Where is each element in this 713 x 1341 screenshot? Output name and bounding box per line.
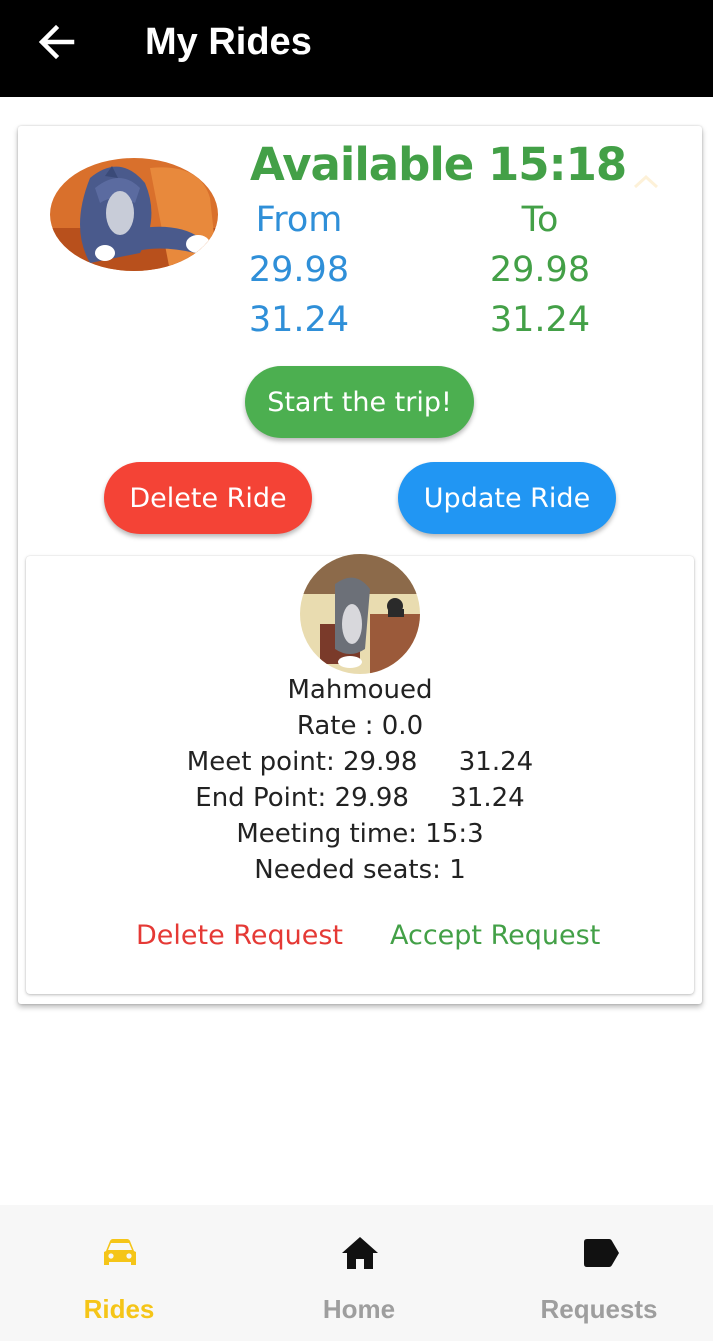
update-ride-button[interactable]: Update Ride — [398, 462, 616, 534]
nav-label-requests: Requests — [540, 1294, 658, 1324]
request-card: Mahmoued Rate : 0.0 Meet point: 29.98 31… — [26, 554, 694, 994]
accept-request-button[interactable]: Accept Request — [390, 918, 600, 954]
passenger-name: Mahmoued — [287, 675, 433, 705]
needed-seats: Needed seats: 1 — [254, 855, 466, 885]
passenger-avatar — [300, 554, 420, 674]
delete-ride-button[interactable]: Delete Ride — [104, 462, 312, 534]
to-label: To — [521, 200, 559, 240]
nav-label-rides: Rides — [83, 1294, 155, 1324]
nav-item-rides[interactable]: Rides — [0, 1205, 238, 1341]
to-longitude: 31.24 — [489, 300, 591, 340]
tag-icon — [580, 1233, 620, 1273]
bottom-navigation: Rides Home Requests — [0, 1205, 713, 1341]
from-longitude: 31.24 — [248, 300, 350, 340]
home-icon — [340, 1233, 380, 1273]
driver-avatar — [50, 158, 218, 271]
from-label: From — [255, 200, 343, 240]
nav-label-home: Home — [322, 1294, 396, 1324]
car-icon — [100, 1233, 140, 1273]
from-latitude: 29.98 — [248, 250, 350, 290]
app-bar: My Rides — [0, 0, 713, 97]
delete-request-button[interactable]: Delete Request — [136, 918, 343, 954]
meet-point: Meet point: 29.98 31.24 — [186, 747, 534, 777]
nav-item-home[interactable]: Home — [240, 1205, 478, 1341]
ride-status: Available 15:18 — [250, 138, 627, 191]
page-title: My Rides — [145, 21, 312, 63]
passenger-rate: Rate : 0.0 — [296, 711, 424, 741]
nav-item-requests[interactable]: Requests — [480, 1205, 713, 1341]
meeting-time: Meeting time: 15:3 — [236, 819, 484, 849]
to-latitude: 29.98 — [489, 250, 591, 290]
chevron-up-icon[interactable] — [632, 172, 660, 190]
end-point: End Point: 29.98 31.24 — [195, 783, 525, 813]
arrow-back-icon[interactable] — [36, 22, 76, 62]
start-trip-button[interactable]: Start the trip! — [245, 366, 474, 438]
ride-card: Available 15:18 From To 29.98 29.98 31.2… — [18, 126, 702, 1004]
